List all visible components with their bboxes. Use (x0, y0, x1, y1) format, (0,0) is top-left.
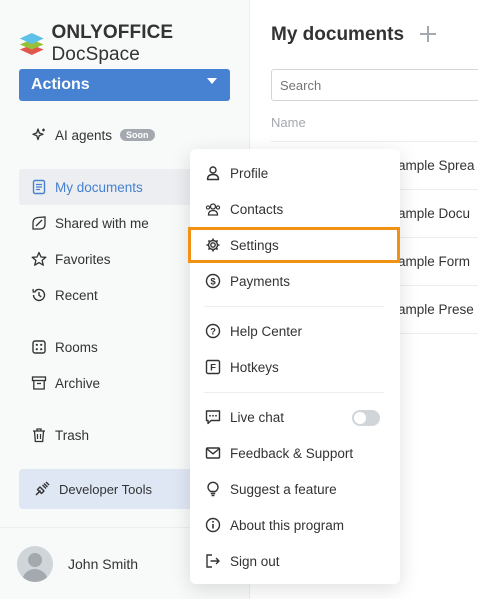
menu-item-feedback-support[interactable]: Feedback & Support (190, 435, 400, 471)
document-icon (31, 179, 47, 195)
onlyoffice-logo-icon (19, 33, 44, 55)
file-name: ample Docu (398, 206, 471, 221)
caret-down-icon (207, 78, 217, 84)
sidebar-item-label: My documents (55, 179, 143, 195)
menu-item-label: Hotkeys (230, 359, 279, 375)
column-header-name[interactable]: Name (271, 115, 306, 130)
sign-out-icon (205, 553, 221, 569)
settings-highlight-frame (188, 227, 400, 263)
menu-item-live-chat[interactable]: Live chat (190, 399, 400, 435)
bulb-icon (205, 481, 221, 497)
menu-item-payments[interactable]: $ Payments (190, 263, 400, 299)
soon-badge: Soon (120, 129, 155, 141)
profile-menu: Profile Contacts Settings $ Payments ? H… (190, 149, 400, 584)
developer-tools-label: Developer Tools (59, 481, 152, 497)
menu-item-label: About this program (230, 517, 345, 533)
live-chat-toggle[interactable] (352, 410, 380, 426)
menu-divider (204, 392, 384, 393)
chat-icon (205, 409, 221, 425)
file-name: ample Form (398, 254, 471, 269)
menu-item-label: Contacts (230, 201, 284, 217)
logo[interactable]: ONLYOFFICE DocSpace (18, 22, 249, 66)
sidebar-item-label: Archive (55, 375, 101, 391)
file-name: ample Prese (398, 302, 474, 317)
archive-icon (31, 375, 47, 391)
sidebar-item-label: AI agents (55, 127, 113, 143)
sidebar-item-ai-agents[interactable]: AI agents Soon (19, 117, 230, 153)
help-icon: ? (205, 323, 221, 339)
info-icon (205, 517, 221, 533)
file-name: ample Sprea (398, 158, 475, 173)
history-icon (31, 287, 47, 303)
developer-tools-button[interactable]: Developer Tools (19, 469, 199, 509)
sidebar-item-label: Recent (55, 287, 98, 303)
page-title: My documents (271, 24, 405, 45)
search-input[interactable] (271, 69, 478, 101)
sidebar-item-label: Shared with me (55, 215, 149, 231)
user-name: John Smith (68, 556, 139, 572)
sidebar-item-label: Favorites (55, 251, 111, 267)
menu-item-label: Profile (230, 165, 269, 181)
avatar (17, 546, 53, 582)
menu-item-about[interactable]: About this program (190, 507, 400, 543)
contacts-icon (205, 201, 221, 217)
svg-text:$: $ (210, 277, 216, 288)
menu-item-label: Suggest a feature (230, 481, 337, 497)
sparkle-icon (31, 127, 47, 143)
menu-item-profile[interactable]: Profile (190, 155, 400, 191)
actions-label: Actions (31, 76, 90, 93)
profile-icon (205, 165, 221, 181)
menu-item-sign-out[interactable]: Sign out (190, 543, 400, 579)
plus-icon[interactable] (419, 25, 437, 43)
dollar-icon: $ (205, 273, 221, 289)
menu-item-label: Sign out (230, 553, 280, 569)
menu-item-label: Help Center (230, 323, 303, 339)
star-icon (31, 251, 47, 267)
logo-text: ONLYOFFICE DocSpace (51, 22, 174, 65)
actions-button[interactable]: Actions (19, 69, 230, 101)
menu-item-hotkeys[interactable]: F Hotkeys (190, 349, 400, 385)
sidebar-item-label: Rooms (55, 339, 98, 355)
menu-item-contacts[interactable]: Contacts (190, 191, 400, 227)
menu-divider (204, 306, 384, 307)
user-profile[interactable]: John Smith (17, 546, 138, 582)
developer-tools-icon (33, 480, 51, 498)
menu-item-help-center[interactable]: ? Help Center (190, 313, 400, 349)
svg-text:F: F (210, 363, 216, 374)
menu-item-suggest-feature[interactable]: Suggest a feature (190, 471, 400, 507)
menu-item-label: Live chat (230, 409, 285, 425)
sidebar-item-label: Trash (55, 427, 90, 443)
trash-icon (31, 427, 47, 443)
hotkeys-icon: F (205, 359, 221, 375)
svg-text:?: ? (210, 327, 216, 338)
menu-item-label: Payments (230, 273, 291, 289)
rooms-icon (31, 339, 47, 355)
shared-icon (31, 215, 47, 231)
menu-item-label: Feedback & Support (230, 445, 354, 461)
mail-icon (205, 445, 221, 461)
